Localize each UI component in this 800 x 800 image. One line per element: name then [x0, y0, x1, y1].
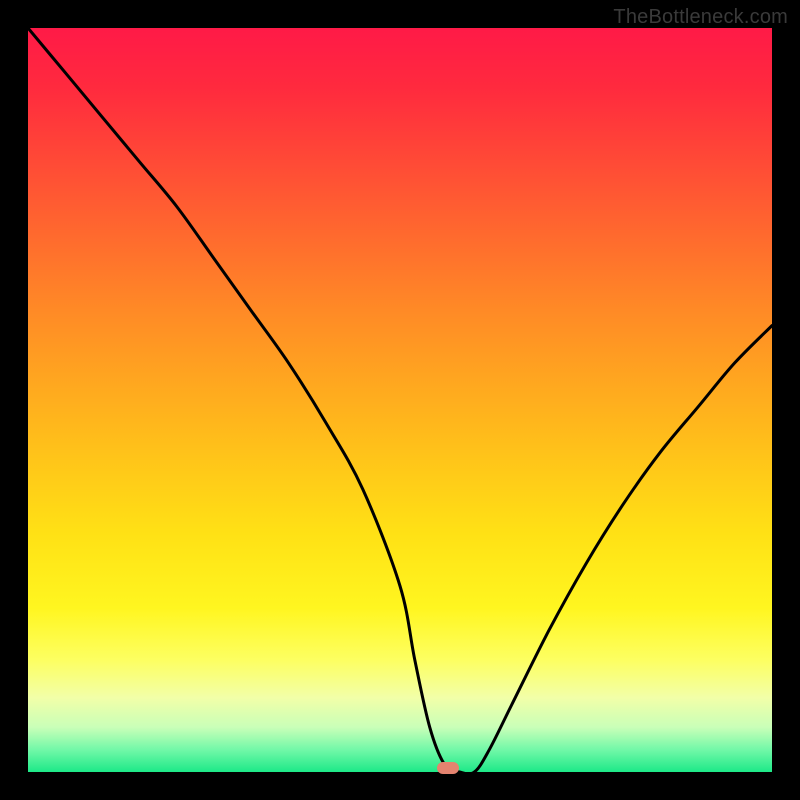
watermark-text: TheBottleneck.com	[613, 6, 788, 29]
bottleneck-curve	[28, 28, 772, 772]
optimum-marker	[437, 762, 459, 774]
plot-area	[28, 28, 772, 772]
chart-frame: TheBottleneck.com	[0, 0, 800, 800]
